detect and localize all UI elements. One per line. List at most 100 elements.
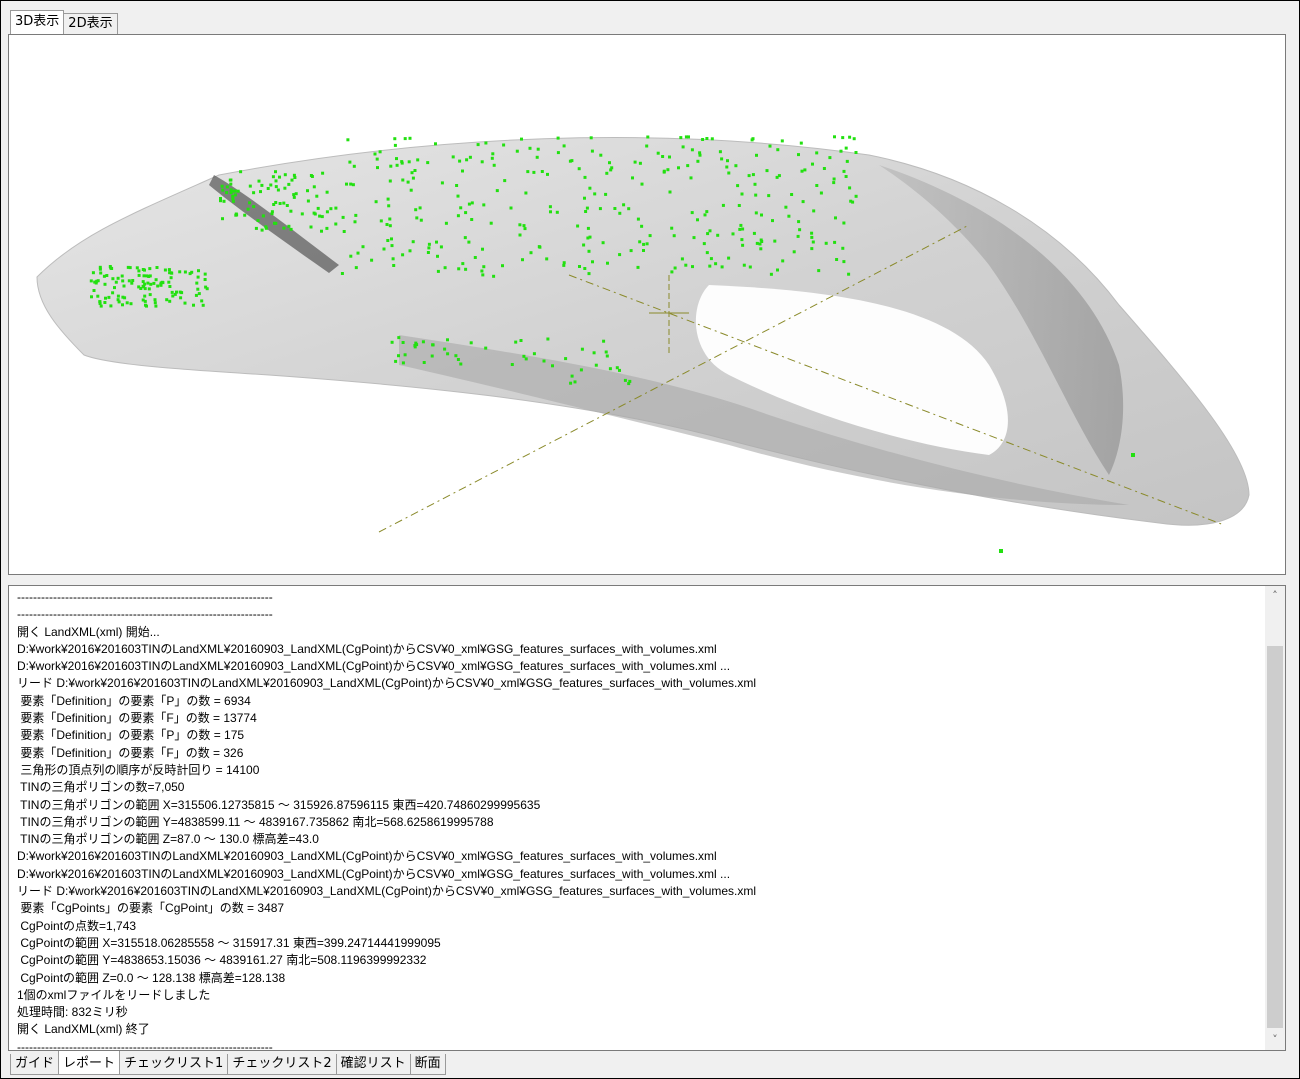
- tab-report[interactable]: レポート: [58, 1051, 121, 1075]
- log-scrollbar[interactable]: ˄ ˅: [1265, 586, 1285, 1050]
- chevron-down-icon[interactable]: ˅: [1265, 1030, 1285, 1050]
- log-line: D:¥work¥2016¥201603TINのLandXML¥20160903_…: [17, 866, 731, 881]
- cgpoint: [592, 351, 596, 355]
- cgpoint: [315, 194, 319, 198]
- pane-splitter[interactable]: [8, 575, 1286, 585]
- cgpoint: [261, 214, 265, 218]
- cgpoint: [787, 214, 791, 218]
- cgpoint: [289, 227, 293, 231]
- cgpoint: [149, 282, 153, 286]
- cgpoint: [593, 192, 597, 196]
- cgpoint: [841, 246, 845, 250]
- cgpoint: [386, 239, 390, 242]
- cgpoint: [379, 219, 383, 223]
- scrollbar-thumb[interactable]: [1267, 646, 1283, 1028]
- cgpoint: [608, 367, 612, 371]
- cgpoint: [320, 229, 323, 233]
- cgpoint: [464, 211, 468, 215]
- cgpoint: [524, 357, 528, 361]
- 3d-viewport[interactable]: [8, 34, 1286, 575]
- cgpoint: [690, 148, 694, 152]
- cgpoint: [716, 233, 720, 237]
- cgpoint: [521, 258, 524, 262]
- cgpoint: [418, 206, 422, 210]
- cgpoint: [427, 246, 431, 250]
- tab-confirm-list[interactable]: 確認リスト: [335, 1054, 411, 1075]
- tab-checklist-1[interactable]: チェックリスト1: [119, 1054, 229, 1075]
- cgpoint: [631, 176, 634, 180]
- cgpoint: [271, 175, 275, 179]
- cgpoint: [536, 147, 540, 151]
- cgpoint: [252, 205, 256, 209]
- cgpoint: [407, 160, 411, 164]
- tab-checklist-2[interactable]: チェックリスト2: [227, 1054, 337, 1075]
- cgpoint: [107, 295, 111, 299]
- cgpoint: [662, 170, 666, 174]
- cgpoint: [792, 250, 796, 254]
- cgpoint: [147, 287, 151, 291]
- cgpoint: [684, 263, 688, 267]
- cgpoint: [163, 268, 167, 272]
- cgpoint: [141, 280, 145, 284]
- cgpoint: [524, 191, 528, 195]
- tab-cross-section[interactable]: 断面: [409, 1054, 446, 1075]
- cgpoint: [769, 272, 773, 276]
- cgpoint: [220, 184, 224, 188]
- report-log-panel[interactable]: ----------------------------------------…: [8, 585, 1286, 1051]
- cgpoint: [165, 298, 169, 302]
- cgpoint: [469, 341, 473, 345]
- cgpoint: [183, 270, 187, 274]
- log-line: 三角形の頂点列の順序が反時計回り = 14100: [17, 762, 260, 777]
- cgpoint: [844, 146, 848, 150]
- cgpoint: [753, 182, 757, 186]
- cgpoint: [522, 224, 526, 228]
- cgpoint: [470, 201, 474, 205]
- cgpoint: [759, 247, 763, 251]
- cgpoint: [114, 280, 118, 284]
- cgpoint: [484, 346, 488, 350]
- cgpoint: [316, 206, 320, 210]
- cgpoint: [629, 249, 633, 253]
- tab-guide[interactable]: ガイド: [10, 1054, 60, 1075]
- log-line: 要素「CgPoints」の要素「CgPoint」の数 = 3487: [17, 901, 285, 916]
- cgpoint: [661, 155, 665, 158]
- cgpoint: [232, 189, 236, 193]
- cgpoint: [397, 336, 401, 340]
- cgpoint: [334, 222, 338, 226]
- cgpoint: [832, 181, 836, 185]
- cgpoint: [605, 171, 609, 175]
- tab-3d-view[interactable]: 3D表示: [10, 10, 65, 34]
- cgpoint: [810, 247, 814, 251]
- cgpoint: [137, 273, 141, 277]
- cgpoint: [99, 271, 103, 275]
- cgpoint: [718, 150, 722, 154]
- cgpoint: [562, 263, 566, 267]
- tab-2d-view[interactable]: 2D表示: [63, 13, 118, 34]
- cgpoint: [116, 298, 120, 302]
- cgpoint: [278, 175, 281, 179]
- cgpoint: [400, 161, 404, 165]
- cgpoint: [811, 240, 815, 244]
- cgpoint: [354, 213, 358, 217]
- cgpoint: [169, 276, 173, 280]
- cgpoint: [803, 168, 807, 172]
- cgpoint: [755, 241, 759, 245]
- cgpoint: [289, 209, 293, 213]
- cgpoint: [92, 289, 96, 292]
- cgpoint: [200, 299, 204, 303]
- cgpoint: [435, 240, 438, 244]
- chevron-up-icon[interactable]: ˄: [1265, 586, 1285, 606]
- cgpoint: [799, 141, 803, 145]
- cgpoint: [848, 186, 852, 190]
- cgpoint: [413, 169, 417, 172]
- cgpoint: [740, 238, 744, 242]
- cgpoint: [147, 275, 151, 278]
- cgpoint: [755, 153, 758, 157]
- cgpoint: [233, 193, 237, 197]
- cgpoint: [243, 213, 247, 217]
- tin-surface-render: [36, 135, 1250, 553]
- cgpoint: [636, 217, 640, 221]
- cgpoint: [413, 345, 417, 349]
- cgpoint: [248, 201, 252, 205]
- cgpoint: [403, 137, 407, 141]
